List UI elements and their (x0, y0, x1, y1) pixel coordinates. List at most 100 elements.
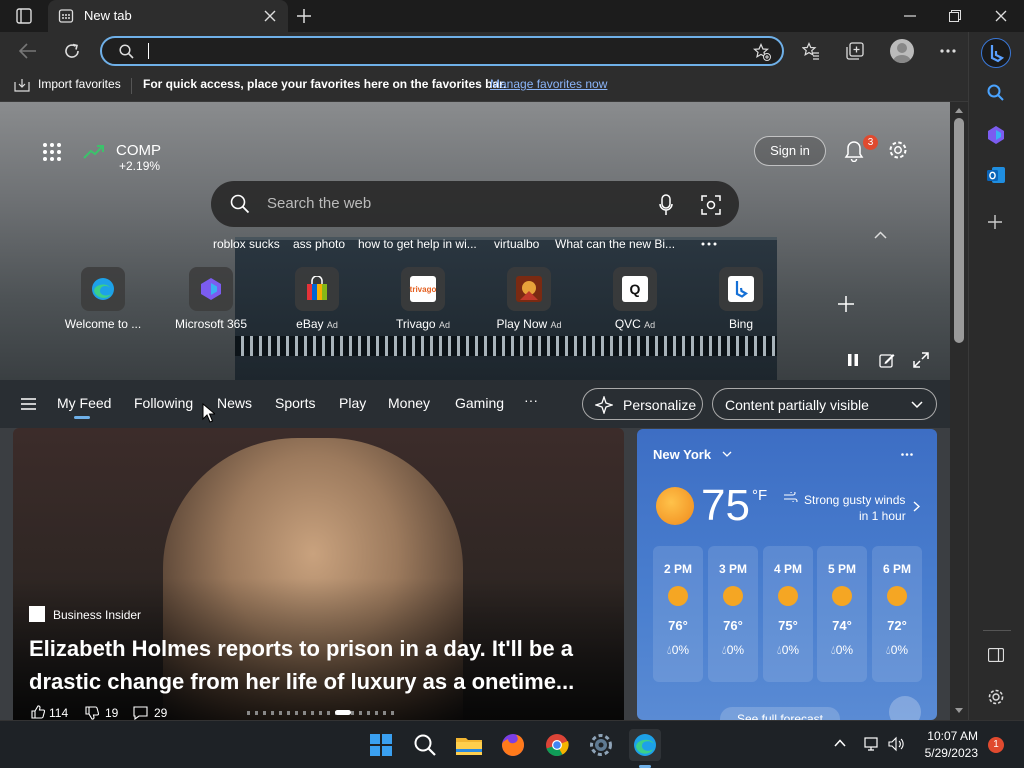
weather-more-icon[interactable] (901, 453, 913, 456)
browser-tab-new-tab[interactable]: New tab (48, 0, 288, 32)
edit-background-icon[interactable] (879, 352, 895, 368)
pause-background-icon[interactable] (847, 353, 859, 367)
trending-search-item[interactable]: What can the new Bi... (555, 237, 675, 251)
tab-my-feed[interactable]: My Feed (57, 395, 111, 411)
add-favorite-icon[interactable] (753, 43, 771, 61)
personalize-button[interactable]: Personalize (582, 388, 703, 420)
hamburger-menu-icon[interactable] (21, 398, 36, 410)
weather-card[interactable]: New York 75 °F Strong gusty winds in 1 h… (637, 429, 937, 720)
tab-actions-icon[interactable] (16, 8, 32, 24)
more-options-icon[interactable] (940, 49, 956, 53)
hourly-forecast-item[interactable]: 4 PM 75° 💧︎0% (763, 546, 813, 682)
manage-favorites-link[interactable]: Manage favorites now (490, 77, 607, 91)
quick-link-ebay[interactable]: eBay Ad (262, 267, 372, 331)
notification-center-badge[interactable]: 1 (988, 737, 1004, 753)
sidebar-settings-icon[interactable] (987, 688, 1005, 706)
tab-play[interactable]: Play (339, 395, 366, 411)
profile-avatar[interactable] (890, 39, 914, 63)
favorites-icon[interactable] (802, 42, 820, 60)
address-bar[interactable] (100, 36, 784, 66)
tab-sports[interactable]: Sports (275, 395, 315, 411)
tab-news[interactable]: News (217, 395, 252, 411)
scroll-thumb[interactable] (954, 118, 964, 343)
visual-search-icon[interactable] (701, 195, 721, 215)
quick-link-welcome[interactable]: Welcome to ... (48, 267, 158, 331)
more-trending-icon[interactable] (701, 242, 717, 246)
trending-search-item[interactable]: virtualbo (494, 237, 539, 251)
tab-gaming[interactable]: Gaming (455, 395, 504, 411)
sunny-weather-icon (656, 487, 694, 525)
see-full-forecast-button[interactable]: See full forecast (720, 707, 840, 720)
stock-ticker-symbol[interactable]: COMP (116, 142, 161, 159)
trending-search-item[interactable]: how to get help in wi... (358, 237, 477, 251)
hourly-forecast-item[interactable]: 2 PM 76° 💧︎0% (653, 546, 703, 682)
refresh-icon[interactable] (63, 42, 81, 60)
comment-icon[interactable] (133, 706, 148, 720)
tab-following[interactable]: Following (134, 395, 193, 411)
restore-icon[interactable] (949, 10, 961, 22)
windows-start-icon[interactable] (365, 729, 397, 761)
notifications-bell-icon[interactable] (844, 140, 864, 162)
outlook-icon[interactable] (986, 165, 1006, 185)
article-headline[interactable]: Elizabeth Holmes reports to prison in a … (29, 632, 619, 698)
collections-icon[interactable] (846, 42, 864, 60)
feedback-icon[interactable] (889, 696, 921, 720)
chevron-down-icon (911, 401, 923, 409)
import-favorites-icon[interactable] (14, 78, 30, 92)
expand-icon[interactable] (913, 352, 929, 368)
location-chevron-down-icon[interactable] (722, 451, 732, 457)
voice-search-icon[interactable] (659, 194, 673, 216)
quick-link-trivago[interactable]: trivago Trivago Ad (368, 267, 478, 331)
firefox-icon[interactable] (497, 729, 529, 761)
taskbar-search-icon[interactable] (409, 729, 441, 761)
weather-location[interactable]: New York (653, 447, 711, 462)
clock-date[interactable]: 5/29/2023 (918, 746, 978, 760)
clock-time[interactable]: 10:07 AM (924, 729, 978, 743)
scroll-up-icon[interactable] (955, 108, 963, 113)
carousel-dots[interactable] (247, 711, 397, 715)
content-visibility-dropdown[interactable]: Content partially visible (712, 388, 937, 420)
quick-link-play-now[interactable]: Play Now Ad (474, 267, 584, 331)
sign-in-button[interactable]: Sign in (754, 136, 826, 166)
hero-news-card[interactable]: Business Insider Elizabeth Holmes report… (13, 428, 624, 720)
bing-chat-icon[interactable] (981, 38, 1011, 68)
page-scrollbar[interactable] (950, 102, 968, 720)
volume-icon[interactable] (888, 736, 904, 752)
import-favorites-link[interactable]: Import favorites (38, 77, 121, 91)
trending-search-item[interactable]: roblox sucks (213, 237, 280, 251)
hide-sidebar-icon[interactable] (988, 648, 1004, 662)
scroll-down-icon[interactable] (955, 708, 963, 713)
web-search-box[interactable]: Search the web (211, 181, 739, 227)
tray-chevron-up-icon[interactable] (834, 739, 846, 747)
chrome-icon[interactable] (541, 729, 573, 761)
close-window-icon[interactable] (995, 10, 1007, 22)
page-settings-icon[interactable] (888, 140, 908, 160)
app-launcher-icon[interactable] (42, 142, 62, 162)
hourly-forecast-item[interactable]: 5 PM 74° 💧︎0% (817, 546, 867, 682)
back-icon[interactable] (19, 43, 37, 59)
add-quick-link-icon[interactable] (838, 296, 854, 312)
settings-app-icon[interactable] (585, 729, 617, 761)
file-explorer-icon[interactable] (453, 729, 485, 761)
quick-link-qvc[interactable]: Q QVC Ad (580, 267, 690, 331)
more-tabs-button[interactable]: ··· (524, 392, 538, 408)
temperature-unit[interactable]: °F (752, 487, 767, 504)
quick-link-bing[interactable]: Bing (686, 267, 796, 331)
dislike-icon[interactable] (85, 706, 99, 720)
minimize-icon[interactable] (904, 15, 916, 17)
quick-link-microsoft-365[interactable]: Microsoft 365 (156, 267, 266, 331)
new-tab-plus-icon[interactable] (296, 8, 312, 24)
hourly-forecast-item[interactable]: 3 PM 76° 💧︎0% (708, 546, 758, 682)
tab-money[interactable]: Money (388, 395, 430, 411)
like-icon[interactable] (31, 705, 45, 719)
edge-taskbar-icon[interactable] (629, 729, 661, 768)
add-sidebar-app-icon[interactable] (988, 215, 1002, 229)
trending-search-item[interactable]: ass photo (293, 237, 345, 251)
collapse-chevron-up-icon[interactable] (874, 231, 887, 239)
sidebar-search-icon[interactable] (987, 84, 1005, 102)
close-tab-icon[interactable] (264, 10, 276, 22)
hourly-forecast-item[interactable]: 6 PM 72° 💧︎0% (872, 546, 922, 682)
chevron-right-icon[interactable] (913, 501, 920, 512)
network-icon[interactable] (864, 736, 880, 752)
microsoft-365-icon[interactable] (986, 125, 1006, 145)
